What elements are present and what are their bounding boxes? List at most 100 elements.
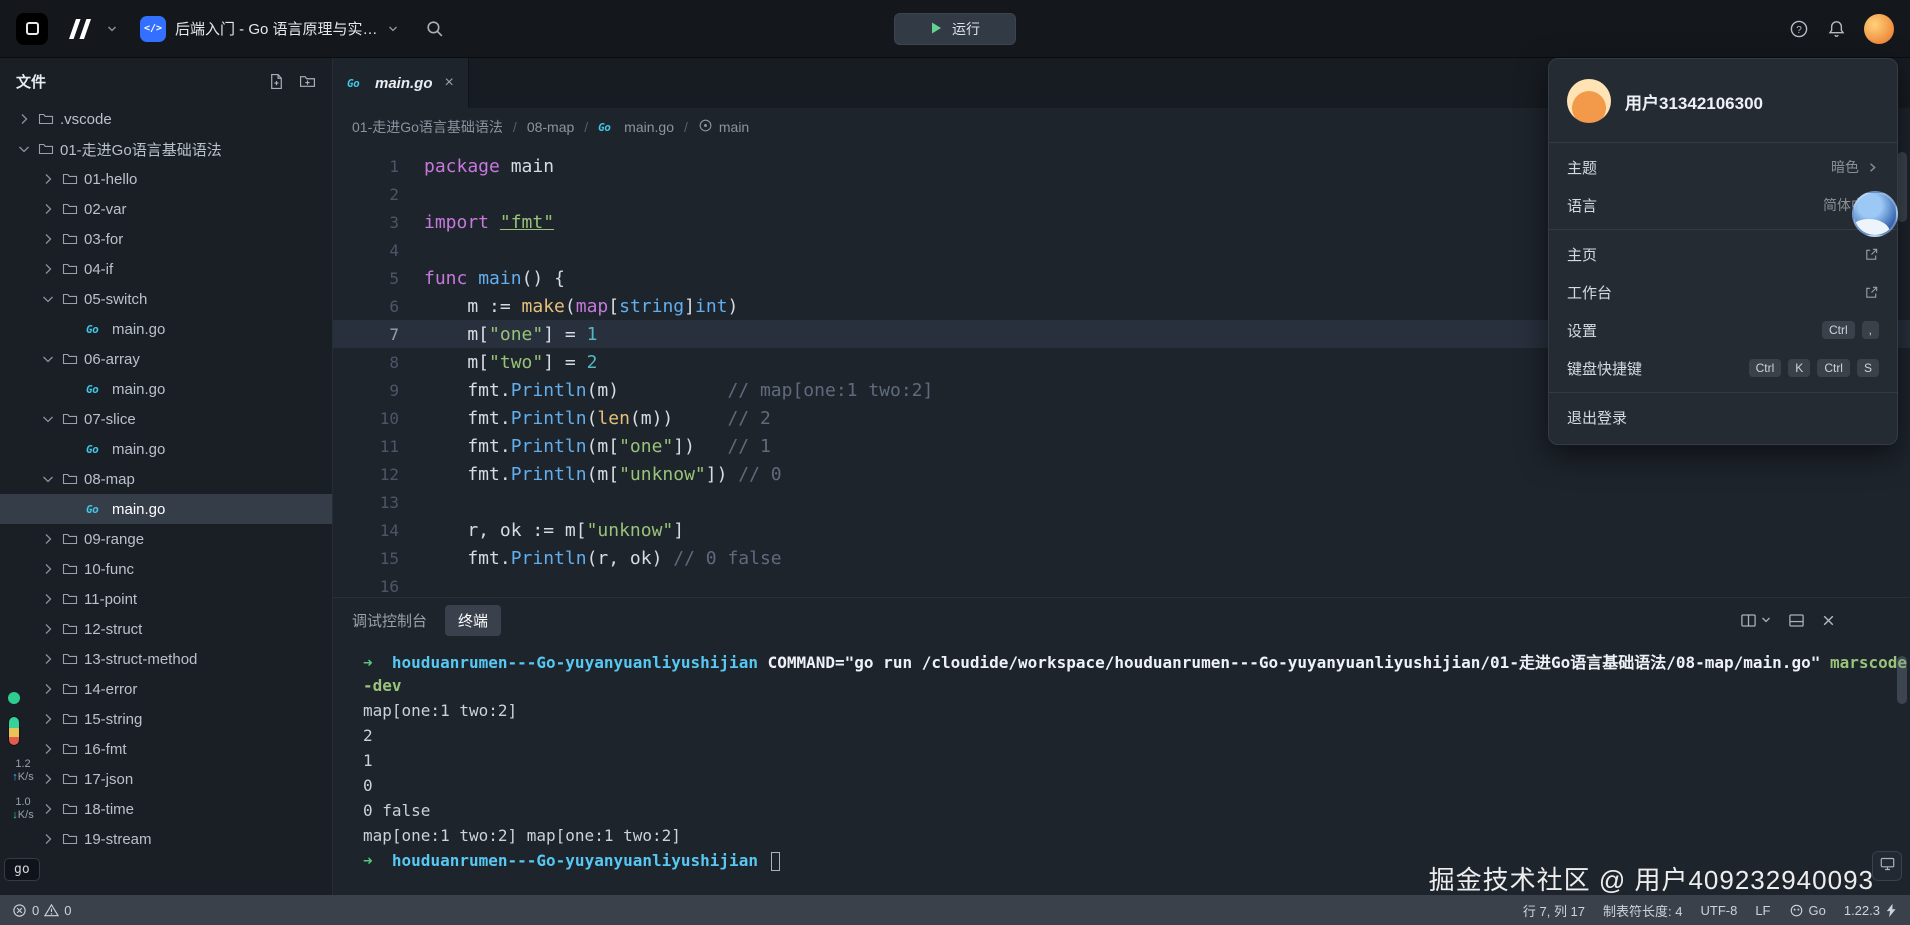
chevron-right-icon <box>40 261 56 277</box>
panel-tab-终端[interactable]: 终端 <box>445 605 501 636</box>
tree-item-label: 19-stream <box>84 831 152 848</box>
menu-item-主页[interactable]: 主页 <box>1549 235 1897 273</box>
folder-icon <box>62 531 78 547</box>
explorer-header: 文件 <box>0 58 332 104</box>
tree-file-main.go[interactable]: Gomain.go <box>0 374 332 404</box>
tree-folder-18-time[interactable]: 18-time <box>0 794 332 824</box>
run-button[interactable]: 运行 <box>894 13 1016 45</box>
tree-folder-12-struct[interactable]: 12-struct <box>0 614 332 644</box>
close-icon[interactable]: × <box>445 74 454 92</box>
status-language-mode[interactable]: Go <box>1789 903 1826 918</box>
tree-folder-03-for[interactable]: 03-for <box>0 224 332 254</box>
tree-file-main.go[interactable]: Gomain.go <box>0 494 332 524</box>
tree-item-label: 11-point <box>84 591 137 608</box>
tree-folder-14-error[interactable]: 14-error <box>0 674 332 704</box>
new-file-icon[interactable] <box>268 73 285 90</box>
menu-item-设置[interactable]: 设置Ctrl, <box>1549 311 1897 349</box>
code-line[interactable]: 13 <box>333 488 1910 516</box>
tree-folder-.vscode[interactable]: .vscode <box>0 104 332 134</box>
tree-folder-05-switch[interactable]: 05-switch <box>0 284 332 314</box>
maximize-panel-icon[interactable] <box>1788 612 1805 629</box>
chevron-down-icon <box>40 351 56 367</box>
breadcrumb-item[interactable]: Gomain.go <box>598 119 674 135</box>
help-icon[interactable]: ? <box>1789 19 1809 39</box>
file-tree[interactable]: .vscode01-走进Go语言基础语法01-hello02-var03-for… <box>0 104 332 856</box>
tree-item-label: main.go <box>112 321 165 338</box>
new-folder-icon[interactable] <box>299 73 316 90</box>
code-line-content: fmt.Println(m["unknow"]) // 0 <box>399 464 782 485</box>
app-logo-icon <box>26 22 39 35</box>
upload-speed-unit: K/s <box>18 771 34 783</box>
tree-folder-09-range[interactable]: 09-range <box>0 524 332 554</box>
terminal-line: 0 <box>363 773 1910 798</box>
code-line[interactable]: 15 fmt.Println(r, ok) // 0 false <box>333 544 1910 572</box>
remote-display-button[interactable] <box>1872 851 1902 881</box>
tree-folder-15-string[interactable]: 15-string <box>0 704 332 734</box>
menu-divider <box>1549 142 1897 143</box>
bell-icon[interactable] <box>1827 19 1846 39</box>
chevron-right-icon <box>40 831 56 847</box>
go-file-icon: Go <box>86 323 106 336</box>
split-terminal-button[interactable] <box>1740 612 1772 629</box>
tree-folder-13-struct-method[interactable]: 13-struct-method <box>0 644 332 674</box>
menu-item-主题[interactable]: 主题暗色 <box>1549 148 1897 186</box>
floating-avatar[interactable] <box>1852 191 1898 237</box>
close-panel-icon[interactable] <box>1821 613 1836 628</box>
project-switcher[interactable]: </> 后端入门 - Go 语言原理与实… <box>140 16 399 42</box>
chevron-right-icon <box>40 531 56 547</box>
tree-file-main.go[interactable]: Gomain.go <box>0 434 332 464</box>
terminal[interactable]: ➜ houduanrumen---Go-yuyanyuanliyushijian… <box>333 642 1910 895</box>
user-avatar[interactable] <box>1864 14 1894 44</box>
status-version[interactable]: 1.22.3 <box>1844 903 1898 918</box>
code-line[interactable]: 14 r, ok := m["unknow"] <box>333 516 1910 544</box>
menu-item-工作台[interactable]: 工作台 <box>1549 273 1897 311</box>
tree-folder-01-hello[interactable]: 01-hello <box>0 164 332 194</box>
status-cursor-position[interactable]: 行 7, 列 17 <box>1523 901 1585 920</box>
tree-folder-16-fmt[interactable]: 16-fmt <box>0 734 332 764</box>
tree-item-label: main.go <box>112 441 165 458</box>
code-line[interactable]: 12 fmt.Println(m["unknow"]) // 0 <box>333 460 1910 488</box>
tree-folder-17-json[interactable]: 17-json <box>0 764 332 794</box>
line-number: 4 <box>333 241 399 260</box>
status-tab-size[interactable]: 制表符长度: 4 <box>1603 901 1682 920</box>
tree-folder-19-stream[interactable]: 19-stream <box>0 824 332 854</box>
tree-folder-02-var[interactable]: 02-var <box>0 194 332 224</box>
monitor-icon <box>1879 856 1896 877</box>
app-logo[interactable] <box>16 13 48 45</box>
tree-folder-04-if[interactable]: 04-if <box>0 254 332 284</box>
panel-tab-调试控制台[interactable]: 调试控制台 <box>352 610 427 631</box>
search-icon[interactable] <box>425 19 444 38</box>
line-number: 5 <box>333 269 399 288</box>
tree-folder-06-array[interactable]: 06-array <box>0 344 332 374</box>
menu-item-退出登录[interactable]: 退出登录 <box>1549 398 1897 436</box>
status-eol[interactable]: LF <box>1755 903 1770 918</box>
marscode-logo-icon[interactable] <box>62 16 96 42</box>
status-bar-right: 行 7, 列 17 制表符长度: 4 UTF-8 LF Go 1.22.3 <box>1523 901 1898 920</box>
warning-count: 0 <box>64 903 71 918</box>
terminal-scrollbar[interactable] <box>1897 656 1907 704</box>
breadcrumb-item[interactable]: main <box>698 118 749 136</box>
tree-folder-07-slice[interactable]: 07-slice <box>0 404 332 434</box>
breadcrumb-item[interactable]: 01-走进Go语言基础语法 <box>352 117 503 137</box>
breadcrumb-separator: / <box>584 119 588 135</box>
menu-item-键盘快捷键[interactable]: 键盘快捷键CtrlKCtrlS <box>1549 349 1897 387</box>
chevron-down-icon[interactable] <box>106 23 118 35</box>
tree-item-label: main.go <box>112 381 165 398</box>
tree-folder-01-走进Go语言基础语法[interactable]: 01-走进Go语言基础语法 <box>0 134 332 164</box>
code-line[interactable]: 16 <box>333 572 1910 597</box>
tree-file-main.go[interactable]: Go main.go <box>0 314 332 344</box>
line-number: 3 <box>333 213 399 232</box>
menu-item-语言[interactable]: 语言简体中文 <box>1549 186 1897 224</box>
tree-folder-08-map[interactable]: 08-map <box>0 464 332 494</box>
tree-folder-10-func[interactable]: 10-func <box>0 554 332 584</box>
breadcrumb-item[interactable]: 08-map <box>527 119 574 135</box>
problems-indicator[interactable]: 0 0 <box>12 903 71 918</box>
editor-scrollbar[interactable] <box>1897 152 1907 222</box>
editor-tab-main-go[interactable]: Go main.go × <box>333 58 469 108</box>
go-language-badge[interactable]: go <box>4 858 40 881</box>
terminal-output: ➜ houduanrumen---Go-yuyanyuanliyushijian… <box>363 648 1910 873</box>
tree-folder-11-point[interactable]: 11-point <box>0 584 332 614</box>
network-download-indicator: 1.0 ↓K/s <box>0 796 46 822</box>
status-encoding[interactable]: UTF-8 <box>1700 903 1737 918</box>
line-number: 8 <box>333 353 399 372</box>
